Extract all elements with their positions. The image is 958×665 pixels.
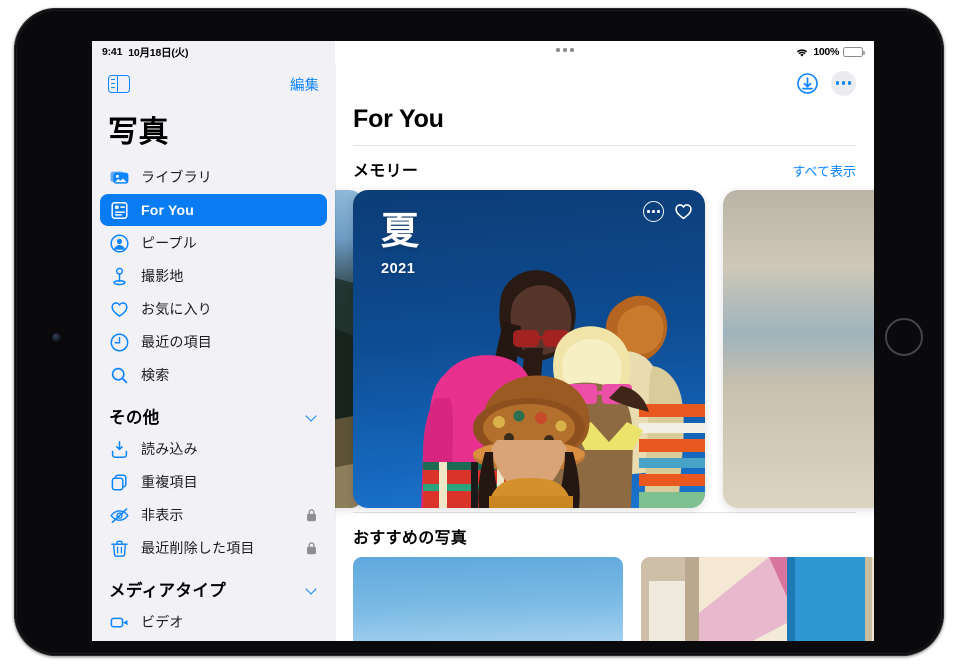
page-title: For You [353,105,444,133]
content-area: For You メモリー すべて表示 夏 2021 おすすめの写真 [335,63,874,641]
ipad-screen: 9:41 10月18日(火) 100% 編集 写真 ライブラリ For You … [92,41,874,641]
sidebar-item-selfies[interactable]: セルフィー [100,639,327,641]
featured-photo-1[interactable] [353,557,623,641]
heart-icon [109,299,130,320]
photo-stack-icon [109,167,130,188]
heart-outline-icon[interactable] [673,201,694,222]
home-button[interactable] [885,318,923,356]
more-options-icon[interactable] [643,201,664,222]
see-all-link[interactable]: すべて表示 [792,161,856,180]
battery-full-icon [843,47,866,57]
sidebar-scroll-area[interactable]: ライブラリ For You ピープル 撮影地 お気に入り 最近の項目 検索 その… [92,161,335,641]
sidebar-item-label: 読み込み [141,441,198,457]
sidebar-title: 写真 [108,116,169,149]
chevron-down-icon[interactable] [306,411,317,422]
section-header-featured-photos: おすすめの写真 [335,513,874,557]
sidebar-toggle-icon[interactable] [108,75,130,93]
import-icon [109,439,130,460]
featured-photos-row[interactable] [335,557,874,641]
sidebar-item-duplicates[interactable]: 重複項目 [100,466,327,498]
sidebar-item-label: 検索 [141,367,170,383]
trash-icon [109,538,130,559]
section-title: メモリー [353,163,419,180]
featured-photo-2[interactable] [641,557,874,641]
sidebar-item-label: 最近削除した項目 [141,540,255,556]
sidebar-item-search[interactable]: 検索 [100,359,327,391]
chevron-down-icon[interactable] [306,584,317,595]
sidebar-item-recently-deleted[interactable]: 最近削除した項目 [100,532,327,564]
video-camera-icon [109,612,130,633]
memory-title: 夏 [381,211,421,253]
sidebar-item-label: 重複項目 [141,474,198,490]
sidebar: 編集 写真 ライブラリ For You ピープル 撮影地 お気に入り 最近の項目… [92,41,335,641]
edit-button[interactable]: 編集 [288,72,321,97]
sidebar-item-imports[interactable]: 読み込み [100,433,327,465]
beach-photo [723,190,874,508]
person-circle-icon [109,233,130,254]
sidebar-item-people[interactable]: ピープル [100,227,327,259]
sidebar-item-for-you[interactable]: For You [100,194,327,226]
section-header-memories: メモリー すべて表示 [335,146,874,190]
eye-slash-icon [109,505,130,526]
content-toolbar [335,63,874,103]
memory-carousel[interactable]: 夏 2021 [335,190,874,512]
front-camera-icon [52,333,61,342]
wifi-icon [795,47,809,58]
memory-card-actions [643,201,694,222]
search-icon [109,365,130,386]
sidebar-section-title: その他 [109,409,160,427]
sidebar-toolbar: 編集 [92,63,335,105]
status-bar-right: 100% [795,41,874,63]
section-title: おすすめの写真 [353,530,468,547]
status-bar: 9:41 10月18日(火) 100% [92,41,874,63]
sidebar-item-label: ライブラリ [141,169,212,185]
sidebar-item-label: 撮影地 [141,268,184,284]
lock-icon [306,508,317,522]
sidebar-item-label: ピープル [141,235,197,251]
lock-icon [306,541,317,555]
status-bar-left: 9:41 10月18日(火) [92,41,335,63]
duplicate-icon [109,472,130,493]
status-date: 10月18日(火) [128,46,189,59]
sidebar-item-label: 最近の項目 [141,334,212,350]
memory-card-current[interactable]: 夏 2021 [353,190,705,508]
sidebar-item-label: ビデオ [141,614,184,630]
battery-percent-label: 100% [813,46,839,58]
icloud-download-icon[interactable] [795,70,820,96]
memory-card-next[interactable] [723,190,874,508]
sidebar-section-title: メディアタイプ [109,582,227,600]
sidebar-item-library[interactable]: ライブラリ [100,161,327,193]
sidebar-section-media-types-header[interactable]: メディアタイプ [92,572,335,606]
sidebar-item-label: お気に入り [141,301,212,317]
sidebar-item-places[interactable]: 撮影地 [100,260,327,292]
sidebar-section-other-header[interactable]: その他 [92,399,335,433]
sidebar-item-hidden[interactable]: 非表示 [100,499,327,531]
status-bar-center [335,41,796,63]
sidebar-item-label: 非表示 [141,507,184,523]
sidebar-item-videos[interactable]: ビデオ [100,606,327,638]
status-clock: 9:41 [102,46,123,58]
multitasking-handle-icon[interactable] [556,48,574,52]
sidebar-item-favorites[interactable]: お気に入り [100,293,327,325]
sidebar-item-recents[interactable]: 最近の項目 [100,326,327,358]
memory-year: 2021 [381,261,416,278]
memory-text-block: 夏 2021 [381,211,421,278]
map-pin-icon [109,266,130,287]
more-options-icon[interactable] [831,70,856,96]
clock-icon [109,332,130,353]
sidebar-item-label: For You [141,202,194,218]
ipad-device-frame: 9:41 10月18日(火) 100% 編集 写真 ライブラリ For You … [14,8,944,656]
for-you-icon [109,200,130,221]
